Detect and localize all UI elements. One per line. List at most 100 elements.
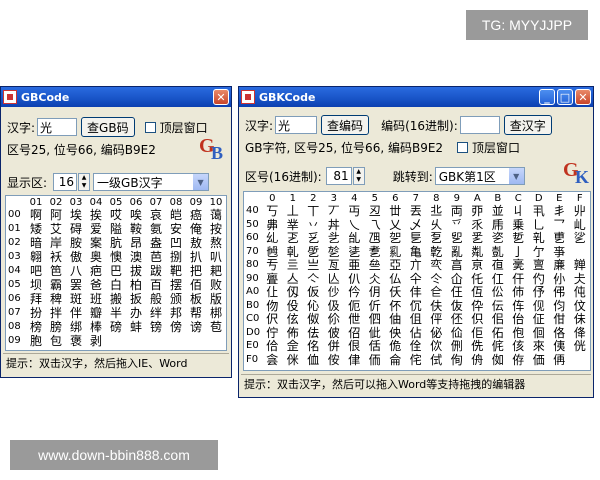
char-cell[interactable]: 吧: [26, 265, 46, 277]
char-cell[interactable]: 包: [46, 335, 66, 347]
char-cell[interactable]: 伴: [66, 307, 86, 319]
char-cell[interactable]: 仏: [385, 273, 406, 285]
char-cell[interactable]: 丯: [549, 205, 570, 217]
char-cell[interactable]: 侌: [262, 354, 283, 366]
char-cell[interactable]: 丗: [385, 205, 406, 217]
char-cell[interactable]: 丟: [406, 205, 427, 217]
char-cell[interactable]: 跋: [146, 265, 166, 277]
char-cell[interactable]: 亪: [426, 259, 447, 271]
char-cell[interactable]: 侖: [385, 354, 406, 366]
char-cell[interactable]: 両: [447, 205, 468, 217]
char-cell[interactable]: 亙: [324, 259, 345, 271]
char-cell[interactable]: 亾: [324, 273, 345, 285]
char-cell[interactable]: 扒: [186, 251, 206, 263]
char-cell[interactable]: 佌: [365, 327, 386, 339]
char-cell[interactable]: 仯: [324, 286, 345, 298]
char-cell[interactable]: 亖: [283, 259, 304, 271]
char-cell[interactable]: 佖: [426, 327, 447, 339]
char-cell[interactable]: 伇: [283, 300, 304, 312]
char-cell[interactable]: 乴: [508, 232, 529, 244]
char-cell[interactable]: 亀: [406, 246, 427, 258]
char-cell[interactable]: 伭: [283, 313, 304, 325]
char-cell[interactable]: 岸: [46, 237, 66, 249]
char-cell[interactable]: 哀: [146, 209, 166, 221]
char-cell[interactable]: 伝: [488, 300, 509, 312]
char-cell[interactable]: 伕: [426, 300, 447, 312]
char-cell[interactable]: 褒: [66, 335, 86, 347]
char-cell[interactable]: 伾: [447, 313, 468, 325]
char-cell[interactable]: 颁: [166, 293, 186, 305]
char-cell[interactable]: 埃: [66, 209, 86, 221]
char-cell[interactable]: 胞: [26, 335, 46, 347]
char-cell[interactable]: 芭: [146, 251, 166, 263]
char-cell[interactable]: 乤: [283, 232, 304, 244]
char-cell[interactable]: 亣: [406, 259, 427, 271]
char-cell[interactable]: 帮: [186, 307, 206, 319]
char-cell[interactable]: 侒: [324, 354, 345, 366]
char-cell[interactable]: 懊: [106, 251, 126, 263]
char-cell[interactable]: 仛: [467, 273, 488, 285]
char-cell[interactable]: 乄: [406, 219, 427, 231]
char-cell[interactable]: 丼: [324, 219, 345, 231]
char-cell[interactable]: 皑: [166, 209, 186, 221]
char-cell[interactable]: 翱: [26, 251, 46, 263]
hanzi-input[interactable]: 光: [275, 116, 318, 134]
char-cell[interactable]: 剥: [86, 335, 106, 347]
char-cell[interactable]: 镑: [146, 321, 166, 333]
char-cell[interactable]: 乫: [385, 232, 406, 244]
char-cell[interactable]: 隘: [106, 223, 126, 235]
zone-input[interactable]: 81: [325, 167, 352, 185]
char-cell[interactable]: 乿: [385, 246, 406, 258]
char-cell[interactable]: 侀: [447, 340, 468, 352]
char-cell[interactable]: 乣: [262, 232, 283, 244]
char-cell[interactable]: 唉: [126, 209, 146, 221]
char-cell[interactable]: 肮: [106, 237, 126, 249]
char-cell[interactable]: 侕: [365, 354, 386, 366]
zone-input[interactable]: 16: [53, 173, 78, 191]
char-cell[interactable]: 拔: [126, 265, 146, 277]
char-cell[interactable]: 並: [488, 205, 509, 217]
char-cell[interactable]: 侚: [447, 354, 468, 366]
char-cell[interactable]: 亄: [488, 246, 509, 258]
char-cell[interactable]: 佨: [508, 327, 529, 339]
char-cell[interactable]: 仱: [344, 286, 365, 298]
char-cell[interactable]: 亼: [283, 273, 304, 285]
char-cell[interactable]: 按: [206, 223, 226, 235]
char-cell[interactable]: 侓: [344, 354, 365, 366]
char-cell[interactable]: 乽: [365, 246, 386, 258]
topmost-checkbox[interactable]: [144, 121, 156, 133]
char-cell[interactable]: 霸: [46, 279, 66, 291]
char-cell[interactable]: 亱: [488, 259, 509, 271]
gbcode-titlebar[interactable]: GBCode ✕: [1, 87, 231, 107]
char-cell[interactable]: 亴: [508, 259, 529, 271]
char-cell[interactable]: 丳: [262, 219, 283, 231]
char-cell[interactable]: 丆: [324, 205, 345, 217]
char-cell[interactable]: 仜: [488, 273, 509, 285]
char-cell[interactable]: 伩: [570, 300, 591, 312]
char-cell[interactable]: 仾: [467, 286, 488, 298]
check-code-button[interactable]: 查编码: [321, 115, 370, 135]
char-cell[interactable]: 亶: [529, 259, 550, 271]
char-cell[interactable]: 亂: [447, 246, 468, 258]
char-cell[interactable]: 丅: [303, 205, 324, 217]
char-cell[interactable]: 仼: [447, 286, 468, 298]
char-cell[interactable]: 伒: [365, 300, 386, 312]
char-cell[interactable]: 仭: [283, 286, 304, 298]
char-cell[interactable]: 丱: [570, 205, 591, 217]
char-cell[interactable]: 佄: [549, 313, 570, 325]
zone-spinner[interactable]: ▲ ▼: [78, 173, 91, 191]
char-cell[interactable]: 亇: [529, 246, 550, 258]
gbkcode-titlebar[interactable]: GBKCode _ □ ✕: [239, 87, 593, 107]
char-cell[interactable]: 熬: [206, 237, 226, 249]
char-cell[interactable]: 乭: [426, 232, 447, 244]
char-cell[interactable]: 佹: [385, 340, 406, 352]
gb-char-grid[interactable]: 01 02 03 04 05 06 07 08 09 10 00 啊阿埃挨哎唉哀皑癌蔼 01 矮艾碍爱隘鞍…: [5, 195, 227, 351]
char-cell[interactable]: 棒: [86, 321, 106, 333]
char-cell[interactable]: 巴: [106, 265, 126, 277]
char-cell[interactable]: 梆: [206, 307, 226, 319]
char-cell[interactable]: 靶: [166, 265, 186, 277]
char-cell[interactable]: 蔼: [206, 209, 226, 221]
char-cell[interactable]: 凹: [166, 237, 186, 249]
char-cell[interactable]: 仚: [447, 273, 468, 285]
char-cell[interactable]: 仺: [426, 286, 447, 298]
